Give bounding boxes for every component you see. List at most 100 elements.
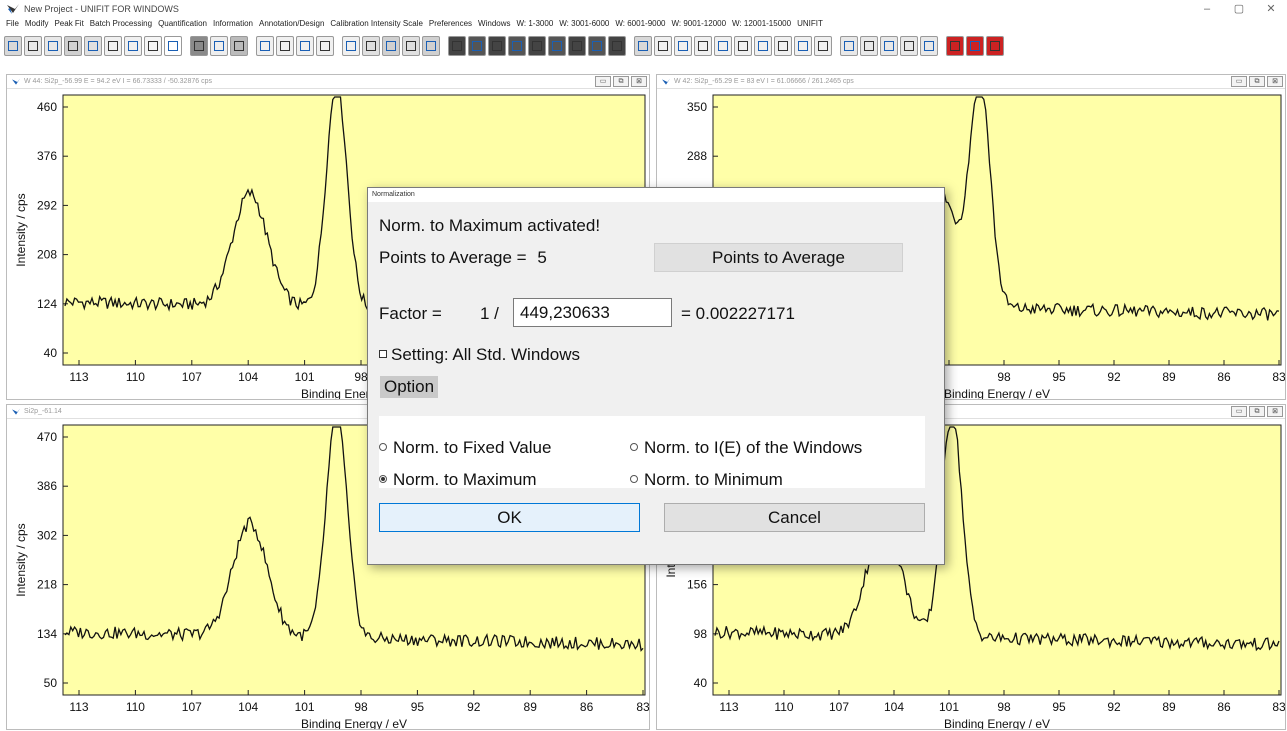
setting-all-std-windows-checkbox[interactable]: Setting: All Std. Windows bbox=[379, 345, 580, 365]
toolbar-button-32[interactable] bbox=[654, 36, 672, 56]
toolbar-button-23[interactable] bbox=[468, 36, 486, 56]
radio-icon[interactable] bbox=[630, 443, 638, 451]
toolbar-button-5[interactable] bbox=[84, 36, 102, 56]
toolbar-button-31[interactable] bbox=[634, 36, 652, 56]
minimize-window-button[interactable]: ▭ bbox=[595, 76, 611, 87]
toolbar-button-16[interactable] bbox=[316, 36, 334, 56]
radio-selected-icon[interactable] bbox=[379, 475, 387, 483]
toolbar-button-40[interactable] bbox=[814, 36, 832, 56]
toolbar-tool-icon bbox=[572, 41, 582, 51]
radio-norm-ie-windows[interactable]: Norm. to I(E) of the Windows bbox=[630, 438, 862, 458]
toolbar-tool-icon bbox=[512, 41, 522, 51]
menu-item[interactable]: W: 3001-6000 bbox=[559, 19, 609, 28]
toolbar-button-8[interactable] bbox=[144, 36, 162, 56]
toolbar-button-41[interactable] bbox=[840, 36, 858, 56]
toolbar-button-43[interactable] bbox=[880, 36, 898, 56]
window-header: W 44: Si2p_-56.99 E = 94.2 eV I = 66.733… bbox=[7, 75, 649, 89]
toolbar-button-11[interactable] bbox=[210, 36, 228, 56]
toolbar-button-48[interactable] bbox=[986, 36, 1004, 56]
close-window-button[interactable]: ⊠ bbox=[1267, 406, 1283, 417]
toolbar-button-30[interactable] bbox=[608, 36, 626, 56]
toolbar-button-6[interactable] bbox=[104, 36, 122, 56]
toolbar-button-20[interactable] bbox=[402, 36, 420, 56]
toolbar-button-46[interactable] bbox=[946, 36, 964, 56]
menu-item[interactable]: Batch Processing bbox=[90, 19, 152, 28]
radio-norm-minimum[interactable]: Norm. to Minimum bbox=[630, 470, 783, 490]
toolbar-button-1[interactable] bbox=[4, 36, 22, 56]
toolbar-button-21[interactable] bbox=[422, 36, 440, 56]
menu-item[interactable]: Annotation/Design bbox=[259, 19, 324, 28]
toolbar-button-35[interactable] bbox=[714, 36, 732, 56]
toolbar-button-22[interactable] bbox=[448, 36, 466, 56]
minimize-button[interactable]: – bbox=[1191, 3, 1223, 15]
ok-button[interactable]: OK bbox=[379, 503, 640, 532]
toolbar-button-47[interactable] bbox=[966, 36, 984, 56]
toolbar-button-45[interactable] bbox=[920, 36, 938, 56]
menu-item[interactable]: W: 1-3000 bbox=[517, 19, 554, 28]
close-button[interactable]: ✕ bbox=[1255, 2, 1287, 15]
toolbar-button-33[interactable] bbox=[674, 36, 692, 56]
menu-item[interactable]: Quantification bbox=[158, 19, 207, 28]
toolbar-button-9[interactable] bbox=[164, 36, 182, 56]
toolbar-button-34[interactable] bbox=[694, 36, 712, 56]
minimize-window-button[interactable]: ▭ bbox=[1231, 76, 1247, 87]
toolbar-button-29[interactable] bbox=[588, 36, 606, 56]
cancel-button[interactable]: Cancel bbox=[664, 503, 925, 532]
toolbar-button-27[interactable] bbox=[548, 36, 566, 56]
maximize-button[interactable]: ▢ bbox=[1223, 2, 1255, 15]
toolbar-button-12[interactable] bbox=[230, 36, 248, 56]
menu-item[interactable]: Preferences bbox=[429, 19, 472, 28]
toolbar-tool-icon bbox=[924, 41, 934, 51]
toolbar-button-14[interactable] bbox=[276, 36, 294, 56]
menu-item[interactable]: File bbox=[6, 19, 19, 28]
toolbar-button-19[interactable] bbox=[382, 36, 400, 56]
toolbar-button-39[interactable] bbox=[794, 36, 812, 56]
menu-item[interactable]: W: 9001-12000 bbox=[671, 19, 726, 28]
points-to-average-button[interactable]: Points to Average bbox=[654, 243, 903, 272]
toolbar-button-2[interactable] bbox=[24, 36, 42, 56]
close-window-button[interactable]: ⊠ bbox=[1267, 76, 1283, 87]
toolbar-button-36[interactable] bbox=[734, 36, 752, 56]
radio-norm-maximum[interactable]: Norm. to Maximum bbox=[379, 470, 537, 490]
menu-item[interactable]: Calibration Intensity Scale bbox=[330, 19, 423, 28]
toolbar-button-3[interactable] bbox=[44, 36, 62, 56]
menu-item[interactable]: W: 12001-15000 bbox=[732, 19, 791, 28]
toolbar-button-15[interactable] bbox=[296, 36, 314, 56]
toolbar-tool-icon bbox=[778, 41, 788, 51]
toolbar-button-7[interactable] bbox=[124, 36, 142, 56]
radio-icon[interactable] bbox=[630, 475, 638, 483]
toolbar-button-38[interactable] bbox=[774, 36, 792, 56]
menu-item[interactable]: Peak Fit bbox=[54, 19, 83, 28]
toolbar-button-26[interactable] bbox=[528, 36, 546, 56]
unifit-logo-icon bbox=[662, 78, 670, 85]
menu-item[interactable]: Windows bbox=[478, 19, 510, 28]
toolbar-button-44[interactable] bbox=[900, 36, 918, 56]
radio-norm-fixed-value[interactable]: Norm. to Fixed Value bbox=[379, 438, 551, 458]
restore-window-button[interactable]: ⧉ bbox=[1249, 76, 1265, 87]
close-window-button[interactable]: ⊠ bbox=[631, 76, 647, 87]
menu-item[interactable]: Information bbox=[213, 19, 253, 28]
toolbar-button-37[interactable] bbox=[754, 36, 772, 56]
toolbar-tool-icon bbox=[844, 41, 854, 51]
minimize-window-button[interactable]: ▭ bbox=[1231, 406, 1247, 417]
toolbar-button-13[interactable] bbox=[256, 36, 274, 56]
restore-window-button[interactable]: ⧉ bbox=[1249, 406, 1265, 417]
x-tick-label: 107 bbox=[182, 370, 202, 384]
toolbar-button-25[interactable] bbox=[508, 36, 526, 56]
toolbar-button-42[interactable] bbox=[860, 36, 878, 56]
unifit-logo-icon bbox=[12, 78, 20, 85]
radio-label: Norm. to Minimum bbox=[644, 470, 783, 489]
menu-item[interactable]: Modify bbox=[25, 19, 49, 28]
checkbox-icon[interactable] bbox=[379, 350, 387, 358]
factor-input[interactable] bbox=[513, 298, 672, 327]
menu-item[interactable]: UNIFIT bbox=[797, 19, 823, 28]
toolbar-button-17[interactable] bbox=[342, 36, 360, 56]
menu-item[interactable]: W: 6001-9000 bbox=[615, 19, 665, 28]
toolbar-button-4[interactable] bbox=[64, 36, 82, 56]
toolbar-button-28[interactable] bbox=[568, 36, 586, 56]
radio-icon[interactable] bbox=[379, 443, 387, 451]
toolbar-button-18[interactable] bbox=[362, 36, 380, 56]
toolbar-button-10[interactable] bbox=[190, 36, 208, 56]
toolbar-button-24[interactable] bbox=[488, 36, 506, 56]
restore-window-button[interactable]: ⧉ bbox=[613, 76, 629, 87]
